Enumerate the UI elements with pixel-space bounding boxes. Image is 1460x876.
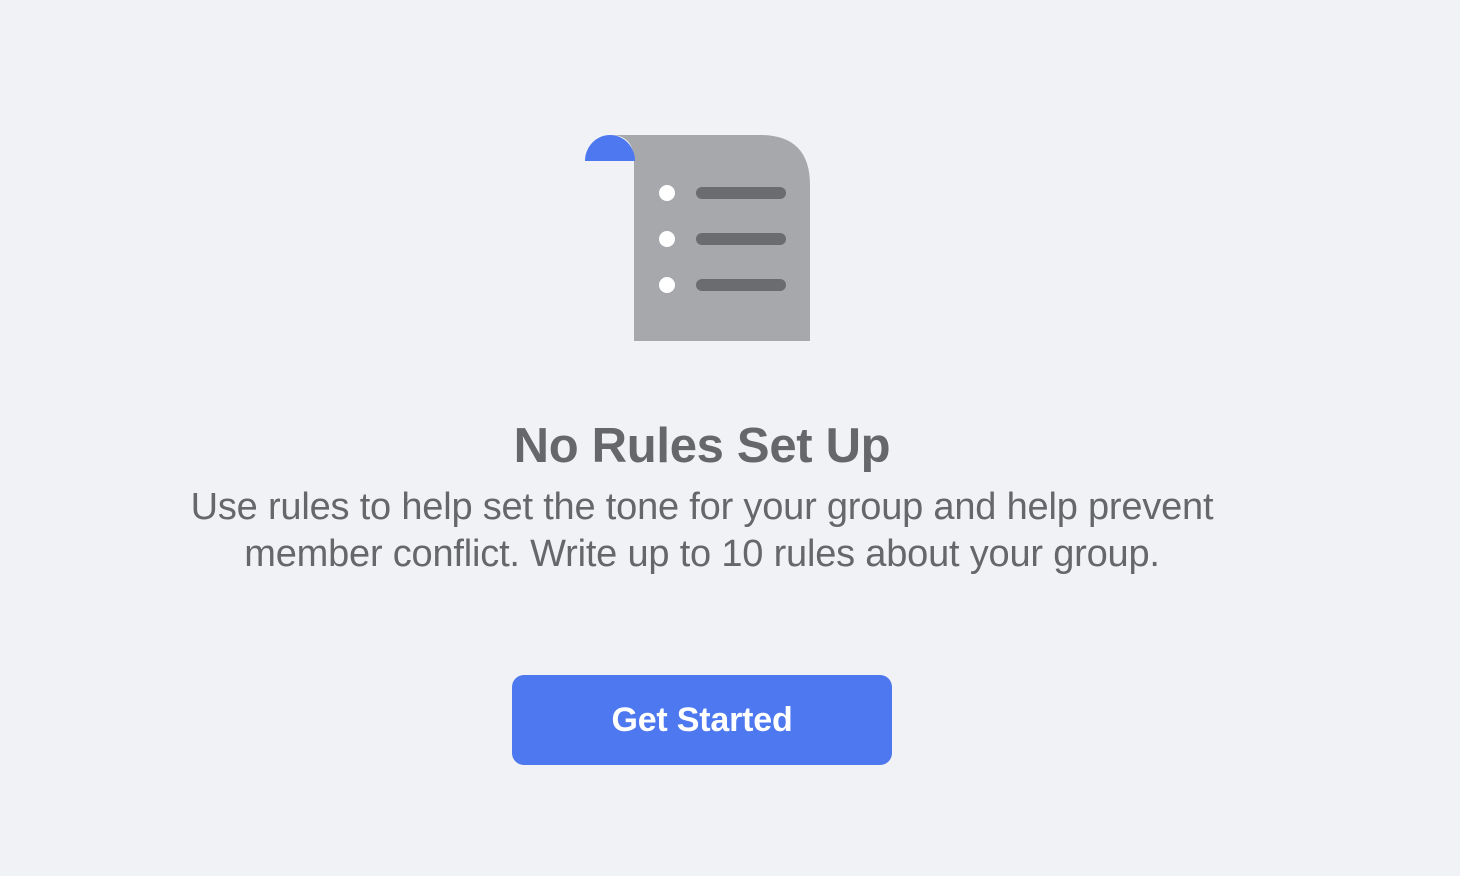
- empty-state-title: No Rules Set Up: [513, 419, 891, 473]
- get-started-button[interactable]: Get Started: [512, 675, 892, 765]
- empty-state-description: Use rules to help set the tone for your …: [190, 486, 1214, 575]
- rules-document-icon: [584, 134, 812, 344]
